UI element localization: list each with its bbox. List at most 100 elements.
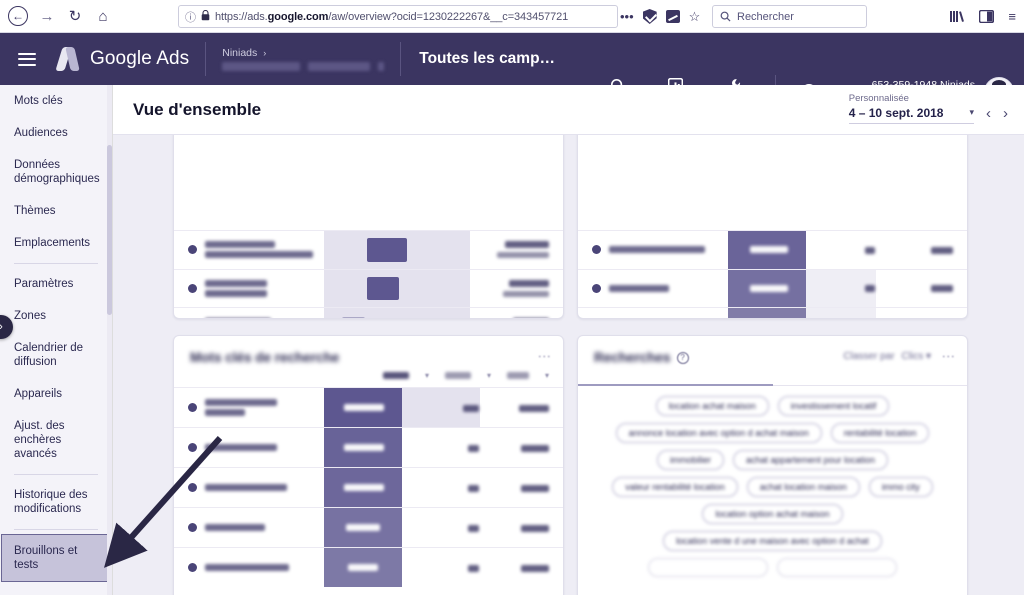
row-cost-cell	[324, 468, 433, 507]
sidebar-item-emplacements[interactable]: Emplacements	[0, 227, 112, 259]
sidebar-item-themes[interactable]: Thèmes	[0, 195, 112, 227]
row-cost-cell	[728, 269, 876, 307]
help-icon[interactable]: ?	[676, 351, 689, 364]
sidebar-item-calendrier-de-diffusion[interactable]: Calendrier de diffusion	[0, 332, 112, 378]
table-row[interactable]	[174, 268, 563, 307]
library-icon[interactable]	[950, 10, 965, 23]
pill-row: annonce location avec option d achat mai…	[590, 423, 955, 443]
browser-nav-buttons: ← → ↻ ⌂	[0, 3, 116, 29]
search-term-pill[interactable]: immo city	[868, 477, 933, 497]
table-row[interactable]	[174, 427, 563, 467]
header-divider-1	[205, 42, 207, 76]
search-term-pill[interactable]: rentabilité location	[830, 423, 930, 443]
sidebar-icon[interactable]	[979, 10, 995, 23]
table-row[interactable]	[174, 547, 563, 587]
sidebar-item-brouillons-et-tests[interactable]: Brouillons et tests	[1, 534, 111, 582]
more-options-icon[interactable]: •••	[620, 9, 634, 24]
account-selector[interactable]: Niniads ›	[222, 47, 385, 71]
table-row[interactable]	[174, 307, 563, 318]
home-icon[interactable]: ⌂	[90, 3, 116, 29]
sidebar-item-mots-cles[interactable]: Mots clés	[0, 85, 112, 117]
search-terms-cloud: location achat maison investissement loc…	[578, 386, 967, 577]
search-term-pill-partial[interactable]	[648, 558, 768, 577]
row-clicks-cell	[811, 241, 889, 259]
search-term-pill-partial[interactable]	[777, 558, 897, 577]
browser-search-box[interactable]: Rechercher	[712, 5, 867, 28]
card-campaigns-cost: ‹ ›	[173, 135, 564, 319]
table-row[interactable]	[578, 268, 967, 307]
row-cost-cell	[324, 388, 480, 427]
sidebar-item-parametres[interactable]: Paramètres	[0, 268, 112, 300]
table-row[interactable]	[174, 507, 563, 547]
date-prev-button[interactable]: ‹	[986, 105, 991, 124]
sort-value[interactable]: Clics ▾	[902, 351, 931, 362]
card-header: Recherches ? Classer par Clics ▾ ⋮	[578, 336, 967, 371]
bookmark-star-icon[interactable]: ☆	[689, 9, 701, 25]
date-range-value: 4 – 10 sept. 2018	[848, 106, 944, 120]
search-term-pill[interactable]: valeur rentabilité location	[612, 477, 738, 497]
date-next-button[interactable]: ›	[1003, 105, 1008, 124]
more-vertical-icon[interactable]: ⋮	[537, 350, 552, 363]
more-vertical-icon[interactable]: ⋮	[941, 350, 956, 363]
row-clicks-cell	[433, 519, 493, 537]
campaign-scope-label[interactable]: Toutes les camp…	[419, 50, 555, 68]
card-campaigns-clicks: ‹ ›	[577, 135, 968, 319]
series-dot-icon	[188, 443, 197, 452]
column-header-ctr[interactable]: ▾	[506, 371, 549, 380]
tab-mots[interactable]	[772, 375, 967, 386]
page-title-bar: Vue d'ensemble Personnalisée 4 – 10 sept…	[113, 85, 1024, 135]
row-name-redacted	[205, 484, 287, 491]
chevron-down-icon[interactable]: ▾	[425, 371, 429, 380]
header-divider-2	[400, 42, 402, 76]
forward-arrow-icon[interactable]: →	[34, 3, 60, 29]
search-term-pill[interactable]: achat location maison	[746, 477, 860, 497]
sidebar-item-audiences[interactable]: Audiences	[0, 117, 112, 149]
row-name-redacted	[205, 399, 277, 416]
pill-row: location option achat maison	[590, 504, 955, 524]
chevron-down-icon[interactable]: ▾	[487, 371, 491, 380]
sidebar-item-appareils[interactable]: Appareils	[0, 378, 112, 410]
search-term-pill[interactable]: location vente d une maison avec option …	[663, 531, 882, 551]
tab-recherches[interactable]	[578, 375, 773, 386]
chevron-down-icon[interactable]: ▾	[545, 371, 549, 380]
sort-control[interactable]: Classer par Clics ▾	[843, 351, 931, 362]
table-row[interactable]	[578, 230, 967, 269]
sidebar-scrollbar-thumb[interactable]	[107, 145, 112, 315]
table-row[interactable]	[174, 387, 563, 427]
search-term-pill[interactable]: investissement locatif	[777, 396, 890, 416]
column-header-clicks[interactable]: ▾	[444, 371, 491, 380]
row-clicks-cell	[433, 479, 493, 497]
row-clicks-cell	[433, 559, 493, 577]
column-header-cost[interactable]: ▾	[382, 371, 429, 380]
address-bar[interactable]: ⓘ https://ads.google.com/aw/overview?oci…	[178, 5, 618, 28]
chevron-down-icon[interactable]: ▾	[969, 107, 974, 118]
row-name-cell	[578, 245, 728, 255]
page-info-icon[interactable]: ⓘ	[185, 9, 196, 25]
browser-search-placeholder: Rechercher	[737, 10, 794, 23]
table-row[interactable]	[578, 307, 967, 318]
sidebar-item-zones[interactable]: Zones	[0, 300, 112, 332]
sidebar-divider-3	[14, 529, 98, 530]
screenshot-icon[interactable]	[665, 10, 680, 23]
hamburger-icon[interactable]	[18, 52, 36, 66]
search-term-pill[interactable]: annonce location avec option d achat mai…	[615, 423, 822, 443]
row-name-cell	[174, 563, 324, 572]
table-row[interactable]	[174, 230, 563, 269]
row-name-cell	[174, 241, 324, 259]
google-ads-logo[interactable]: Google Ads	[55, 47, 189, 71]
date-range-picker[interactable]: Personnalisée 4 – 10 sept. 2018 ▾ ‹ ›	[848, 93, 1008, 124]
search-term-pill[interactable]: location option achat maison	[702, 504, 843, 524]
date-range-labels[interactable]: Personnalisée 4 – 10 sept. 2018 ▾	[848, 93, 974, 124]
reload-icon[interactable]: ↻	[62, 3, 88, 29]
search-term-pill[interactable]: immobilier	[656, 450, 724, 470]
shield-icon[interactable]	[642, 9, 657, 24]
search-term-pill[interactable]: location achat maison	[655, 396, 769, 416]
sidebar-item-ajust-des-encheres-avances[interactable]: Ajust. des enchères avancés	[0, 410, 112, 470]
sidebar-item-donnees-demographiques[interactable]: Données démographiques	[0, 149, 112, 195]
search-term-pill[interactable]: achat appartement pour location	[732, 450, 889, 470]
sidebar-scrollbar[interactable]	[107, 85, 112, 595]
back-arrow-icon[interactable]: ←	[8, 6, 28, 26]
browser-menu-icon[interactable]: ≡	[1008, 9, 1016, 24]
table-row[interactable]	[174, 467, 563, 507]
sidebar-item-historique-des-modifications[interactable]: Historique des modifications	[0, 479, 112, 525]
